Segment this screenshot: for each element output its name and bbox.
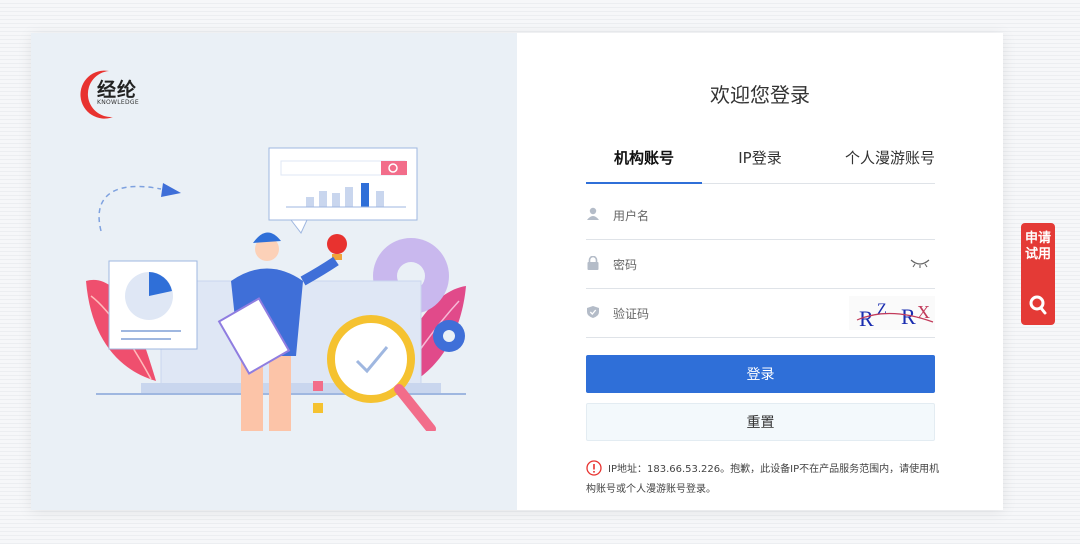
tab-institution-account[interactable]: 机构账号 (586, 147, 702, 183)
captcha-image[interactable]: R Z R X (849, 296, 935, 331)
lock-icon (587, 256, 599, 270)
shield-icon (587, 306, 599, 318)
apply-trial-label: 申请试用 (1024, 231, 1051, 262)
login-button[interactable]: 登录 (586, 355, 935, 393)
ip-notice-text: IP地址：183.66.53.226。抱歉，此设备IP不在产品服务范围内，请使用… (586, 464, 940, 495)
reset-button[interactable]: 重置 (586, 403, 935, 441)
eye-closed-icon[interactable] (909, 257, 931, 269)
user-icon (587, 207, 599, 220)
tab-ip-login[interactable]: IP登录 (702, 147, 818, 183)
page-title: 欢迎您登录 (710, 83, 810, 107)
username-input[interactable] (611, 201, 895, 231)
password-input[interactable] (611, 250, 895, 280)
logo-name: 经纶 (97, 79, 138, 101)
warning-icon (586, 460, 602, 476)
login-panel: 欢迎您登录 机构账号 IP登录 个人漫游账号 用户名 验证码 R Z R X 登… (517, 33, 1003, 510)
captcha-field: R Z R X (586, 289, 935, 338)
username-field (586, 191, 935, 240)
tab-personal-roaming-account[interactable]: 个人漫游账号 (818, 147, 935, 183)
password-field (586, 240, 935, 289)
svg-text:Z: Z (877, 301, 887, 318)
search-icon (1029, 295, 1047, 315)
illustration-panel: 经纶 KNOWLEDGE (31, 33, 517, 510)
active-tab-indicator (586, 182, 702, 184)
logo-subtitle: KNOWLEDGE (97, 99, 139, 106)
apply-trial-button[interactable]: 申请试用 (1021, 223, 1055, 325)
login-tabs: 机构账号 IP登录 个人漫游账号 (586, 143, 935, 184)
ip-notice: IP地址：183.66.53.226。抱歉，此设备IP不在产品服务范围内，请使用… (586, 460, 941, 500)
illustration-image (86, 147, 466, 431)
login-card: 经纶 KNOWLEDGE 欢迎您登录 机构账号 IP登录 个人漫游账号 用户名 … (31, 33, 1003, 510)
